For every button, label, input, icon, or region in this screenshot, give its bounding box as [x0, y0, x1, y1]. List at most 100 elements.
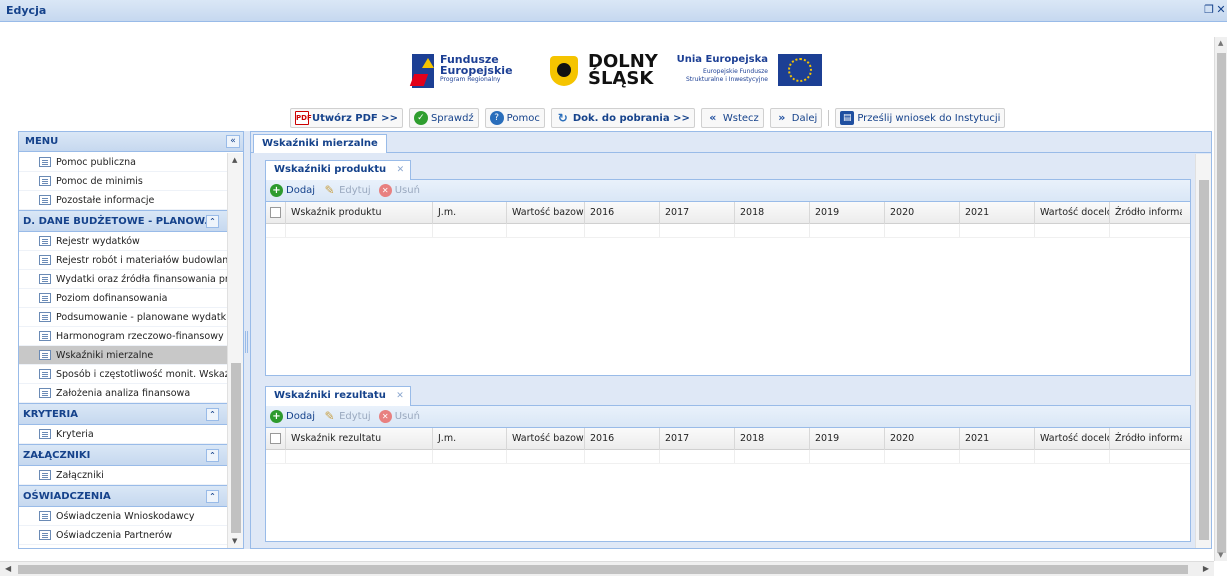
menu-item-sposob-monitorowania[interactable]: Sposób i częstotliwość monit. Wskaźni	[19, 365, 227, 384]
menu-section-dane-budzetowe[interactable]: D. DANE BUDŻETOWE - PLANOW... ⌃	[19, 210, 227, 232]
form-icon	[39, 176, 51, 186]
delete-result-button[interactable]: ✕ Usuń	[378, 410, 420, 423]
column-header[interactable]: 2021	[960, 202, 1035, 224]
column-header[interactable]: 2021	[960, 428, 1035, 450]
column-header[interactable]: Wartość bazowa	[507, 202, 585, 224]
scroll-up-icon[interactable]: ▲	[1218, 39, 1223, 47]
menu-item-pomoc-de-minimis[interactable]: Pomoc de minimis	[19, 172, 227, 191]
collapse-menu-icon[interactable]: «	[226, 135, 240, 148]
scroll-right-icon[interactable]: ▶	[1203, 564, 1209, 573]
back-button[interactable]: « Wstecz	[700, 108, 764, 128]
column-header[interactable]: 2019	[810, 428, 885, 450]
scroll-thumb[interactable]	[18, 565, 1188, 574]
add-product-button[interactable]: + Dodaj	[270, 184, 315, 197]
page-horizontal-scrollbar[interactable]: ◀ ▶	[0, 561, 1214, 576]
scroll-thumb[interactable]	[231, 363, 241, 533]
tab-wskazniki-mierzalne[interactable]: Wskaźniki mierzalne	[253, 134, 387, 153]
dolny-slask-logo: DOLNY ŚLĄSK	[548, 52, 658, 92]
menu-item-oswiadczenia-partnerow[interactable]: Oświadczenia Partnerów	[19, 526, 227, 545]
menu-item-pomoc-publiczna[interactable]: Pomoc publiczna	[19, 153, 227, 172]
scroll-up-icon[interactable]: ▲	[232, 156, 237, 164]
column-header[interactable]: 2020	[885, 202, 960, 224]
menu-item-oswiadczenia-wnioskodawcy[interactable]: Oświadczenia Wnioskodawcy	[19, 507, 227, 526]
form-icon	[39, 312, 51, 322]
menu-item-pozostale-informacje[interactable]: Pozostałe informacje	[19, 191, 227, 210]
scroll-thumb[interactable]	[1217, 53, 1226, 553]
download-docs-button[interactable]: ↻ Dok. do pobrania >>	[550, 108, 695, 128]
column-header[interactable]: J.m.	[433, 202, 507, 224]
menu-scrollbar[interactable]: ▲ ▼	[227, 153, 243, 548]
scroll-left-icon[interactable]: ◀	[5, 564, 11, 573]
menu-item-poziom-dofinansowania[interactable]: Poziom dofinansowania	[19, 289, 227, 308]
scroll-thumb[interactable]	[1199, 180, 1209, 540]
tab-wskazniki-produktu[interactable]: Wskaźniki produktu ✕	[265, 160, 412, 180]
menu-item-rejestr-robot[interactable]: Rejestr robót i materiałów budowlanyc	[19, 251, 227, 270]
menu-item-rejestr-wydatkow[interactable]: Rejestr wydatków	[19, 232, 227, 251]
column-header[interactable]: 2017	[660, 202, 735, 224]
collapse-section-icon[interactable]: ⌃	[206, 490, 219, 503]
restore-icon[interactable]: ❐	[1203, 3, 1215, 16]
menu-item-wskazniki-mierzalne[interactable]: Wskaźniki mierzalne	[19, 346, 227, 365]
column-header[interactable]: Wskaźnik rezultatu	[286, 428, 433, 450]
menu-item-wydatki-zrodla[interactable]: Wydatki oraz źródła finansowania proj	[19, 270, 227, 289]
close-tab-icon[interactable]: ✕	[396, 387, 404, 405]
create-pdf-button[interactable]: PDF Utwórz PDF >>	[290, 108, 403, 128]
column-header[interactable]: Wartość docelow	[1035, 428, 1110, 450]
close-icon[interactable]: ✕	[1215, 3, 1227, 16]
close-tab-icon[interactable]: ✕	[397, 161, 405, 179]
column-header[interactable]: 2018	[735, 428, 810, 450]
tab-wskazniki-rezultatu[interactable]: Wskaźniki rezultatu ✕	[265, 386, 411, 406]
column-header[interactable]: 2019	[810, 202, 885, 224]
edit-result-button[interactable]: ✎ Edytuj	[323, 410, 371, 423]
delete-product-button[interactable]: ✕ Usuń	[378, 184, 420, 197]
logo-strip: Fundusze Europejskie Program Regionalny …	[410, 52, 830, 92]
check-button[interactable]: ✓ Sprawdź	[408, 108, 479, 128]
menu-item-zalozenia-analiza[interactable]: Założenia analiza finansowa	[19, 384, 227, 403]
scroll-down-icon[interactable]: ▼	[232, 537, 237, 545]
form-icon	[39, 274, 51, 284]
column-header[interactable]: Źródło informac	[1110, 202, 1182, 224]
menu-item-kryteria[interactable]: Kryteria	[19, 425, 227, 444]
help-icon: ?	[489, 111, 504, 125]
page-vertical-scrollbar[interactable]: ▲ ▼	[1214, 37, 1227, 561]
menu-item-harmonogram[interactable]: Harmonogram rzeczowo-finansowy	[19, 327, 227, 346]
column-header[interactable]: Wartość bazowa	[507, 428, 585, 450]
select-all-checkbox[interactable]	[266, 202, 286, 224]
checkbox[interactable]	[270, 433, 281, 444]
column-header[interactable]: 2017	[660, 428, 735, 450]
collapse-section-icon[interactable]: ⌃	[206, 449, 219, 462]
collapse-section-icon[interactable]: ⌃	[206, 408, 219, 421]
menu-item-podsumowanie[interactable]: Podsumowanie - planowane wydatki w	[19, 308, 227, 327]
column-header[interactable]: 2016	[585, 202, 660, 224]
column-header[interactable]: 2020	[885, 428, 960, 450]
menu-section-oswiadczenia[interactable]: OŚWIADCZENIA ⌃	[19, 485, 227, 507]
form-icon	[39, 293, 51, 303]
column-header[interactable]: Wartość docelow	[1035, 202, 1110, 224]
menu-item-zalaczniki[interactable]: Załączniki	[19, 466, 227, 485]
column-header[interactable]: 2016	[585, 428, 660, 450]
scroll-down-icon[interactable]: ▼	[1218, 551, 1223, 559]
main-scrollbar[interactable]	[1195, 154, 1211, 548]
product-grid-header: Wskaźnik produktu J.m. Wartość bazowa 20…	[266, 202, 1190, 224]
checkbox[interactable]	[270, 207, 281, 218]
menu-section-zalaczniki[interactable]: ZAŁĄCZNIKI ⌃	[19, 444, 227, 466]
form-icon	[39, 157, 51, 167]
next-button[interactable]: » Dalej	[769, 108, 823, 128]
column-header[interactable]: Źródło informac	[1110, 428, 1182, 450]
select-all-checkbox[interactable]	[266, 428, 286, 450]
form-icon	[39, 511, 51, 521]
column-header[interactable]: J.m.	[433, 428, 507, 450]
form-icon	[39, 331, 51, 341]
add-icon: +	[270, 184, 283, 197]
send-to-institution-button[interactable]: ▤ Prześlij wniosek do Instytucji	[835, 108, 1006, 128]
add-result-button[interactable]: + Dodaj	[270, 410, 315, 423]
form-icon	[39, 195, 51, 205]
column-header[interactable]: Wskaźnik produktu	[286, 202, 433, 224]
splitter-grip[interactable]	[245, 331, 248, 353]
edit-product-button[interactable]: ✎ Edytuj	[323, 184, 371, 197]
help-button[interactable]: ? Pomoc	[484, 108, 545, 128]
menu-section-kryteria[interactable]: KRYTERIA ⌃	[19, 403, 227, 425]
column-header[interactable]: 2018	[735, 202, 810, 224]
collapse-section-icon[interactable]: ⌃	[206, 215, 219, 228]
main-content: Wskaźniki produktu ✕ + Dodaj ✎ Edytuj ✕ Usu…	[251, 154, 1195, 548]
